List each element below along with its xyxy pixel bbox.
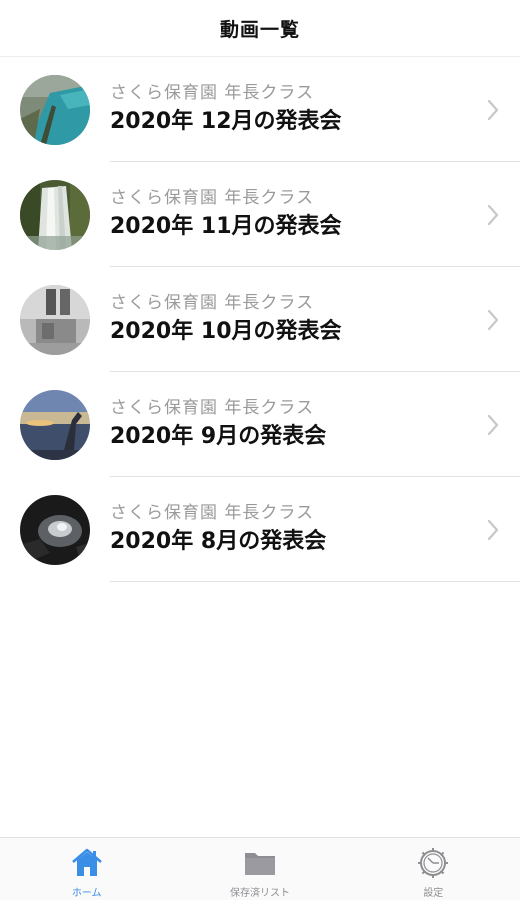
video-thumbnail	[20, 389, 90, 460]
gear-icon	[418, 848, 449, 878]
video-text-group: さくら保育園 年長クラス 2020年 9月の発表会	[110, 397, 486, 452]
page-title: 動画一覧	[219, 18, 300, 41]
tab-settings-label: 設定	[423, 888, 444, 899]
video-subtitle: さくら保育園 年長クラス	[110, 293, 315, 313]
video-thumbnail	[20, 74, 90, 145]
video-title: 2020年 12月の発表会	[110, 109, 342, 134]
tab-saved-list[interactable]: 保存済リスト	[173, 838, 346, 900]
landscape-lake-thumbnail	[20, 74, 90, 145]
video-text-group: さくら保育園 年長クラス 2020年 10月の発表会	[110, 292, 486, 347]
video-thumbnail	[20, 179, 90, 250]
chevron-right-icon	[487, 414, 499, 435]
chevron-right-icon	[487, 99, 499, 120]
tab-bar: ホーム 保存済リスト 設定	[0, 837, 520, 900]
video-subtitle: さくら保育園 年長クラス	[110, 188, 315, 208]
tab-home[interactable]: ホーム	[0, 838, 173, 900]
tab-home-label: ホーム	[71, 888, 102, 899]
video-list: さくら保育園 年長クラス 2020年 12月の発表会 さくら保育園 年長クラス …	[0, 57, 520, 582]
home-icon	[71, 848, 102, 876]
cave-water-thumbnail	[20, 494, 90, 565]
chevron-right-icon	[487, 519, 499, 540]
video-text-group: さくら保育園 年長クラス 2020年 12月の発表会	[110, 82, 486, 137]
video-subtitle: さくら保育園 年長クラス	[110, 398, 315, 418]
video-subtitle: さくら保育園 年長クラス	[110, 503, 315, 523]
video-thumbnail	[20, 284, 90, 355]
video-title: 2020年 10月の発表会	[110, 319, 342, 344]
video-text-group: さくら保育園 年長クラス 2020年 11月の発表会	[110, 187, 486, 242]
sunset-beach-thumbnail	[20, 389, 90, 460]
app-screen: 動画一覧 さくら保育園 年長クラス 2020年 12月の発表会 さくら保育園 年…	[0, 0, 520, 900]
waterfall-thumbnail	[20, 179, 90, 250]
video-list-item[interactable]: さくら保育園 年長クラス 2020年 8月の発表会	[0, 477, 520, 582]
video-title: 2020年 9月の発表会	[110, 424, 327, 449]
video-list-item[interactable]: さくら保育園 年長クラス 2020年 12月の発表会	[0, 57, 520, 162]
chevron-right-icon	[487, 204, 499, 225]
video-thumbnail	[20, 494, 90, 565]
video-list-item[interactable]: さくら保育園 年長クラス 2020年 10月の発表会	[0, 267, 520, 372]
video-text-group: さくら保育園 年長クラス 2020年 8月の発表会	[110, 502, 486, 557]
folder-icon	[244, 853, 275, 875]
video-list-item[interactable]: さくら保育園 年長クラス 2020年 11月の発表会	[0, 162, 520, 267]
tab-saved-list-label: 保存済リスト	[229, 888, 290, 899]
video-title: 2020年 8月の発表会	[110, 529, 327, 554]
building-thumbnail	[20, 284, 90, 355]
video-list-item[interactable]: さくら保育園 年長クラス 2020年 9月の発表会	[0, 372, 520, 477]
video-title: 2020年 11月の発表会	[110, 214, 342, 239]
video-subtitle: さくら保育園 年長クラス	[110, 83, 315, 103]
chevron-right-icon	[487, 309, 499, 330]
tab-settings[interactable]: 設定	[347, 838, 520, 900]
navigation-bar: 動画一覧	[0, 0, 520, 57]
